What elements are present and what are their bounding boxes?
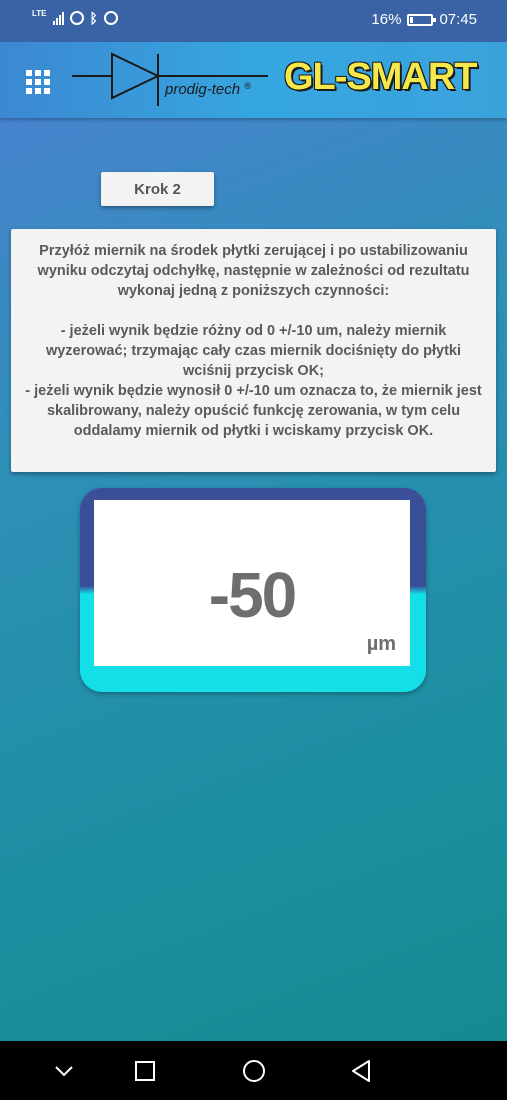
battery-icon: [407, 13, 437, 26]
clock: 07:45: [439, 11, 477, 28]
bluetooth-icon: ᛒ: [89, 10, 98, 26]
instruction-option-2: - jeżeli wynik będzie wynosił 0 +/-10 um…: [25, 383, 482, 439]
lte-label: LTE: [32, 9, 47, 18]
alarm-icon: [69, 11, 84, 25]
logo-text: prodig-tech ®: [165, 81, 251, 98]
brand-title: GL-SMART: [284, 56, 478, 98]
home-icon[interactable]: [240, 1057, 268, 1085]
meter-unit: µm: [366, 633, 396, 655]
step-label: Krok 2: [101, 172, 214, 206]
app-header: prodig-tech ® GL-SMART: [0, 42, 507, 118]
whatsapp-icon: [103, 11, 118, 25]
grid-menu-icon[interactable]: [26, 70, 50, 94]
status-left-icons: LTE ᛒ: [32, 9, 118, 26]
navigation-bar: [0, 1041, 507, 1100]
instruction-card: Przyłóż miernik na środek płytki zerując…: [11, 229, 496, 472]
recent-apps-icon[interactable]: [131, 1057, 159, 1085]
status-bar: LTE ᛒ 16% 07:45: [0, 0, 507, 42]
meter-display: -50 µm: [80, 488, 426, 692]
battery-percent: 16%: [371, 11, 402, 28]
instruction-option-1: - jeżeli wynik będzie różny od 0 +/-10 u…: [45, 323, 462, 379]
back-icon[interactable]: [347, 1057, 375, 1085]
meter-screen: -50 µm: [94, 500, 410, 666]
instruction-intro: Przyłóż miernik na środek płytki zerując…: [37, 243, 470, 299]
registered-mark: ®: [244, 81, 251, 91]
status-right: 16% 07:45: [371, 11, 477, 28]
chevron-down-icon[interactable]: [50, 1057, 78, 1085]
lte-signal-icon: [52, 11, 64, 25]
meter-value: -50: [208, 559, 298, 631]
battery-fill: [410, 16, 414, 23]
